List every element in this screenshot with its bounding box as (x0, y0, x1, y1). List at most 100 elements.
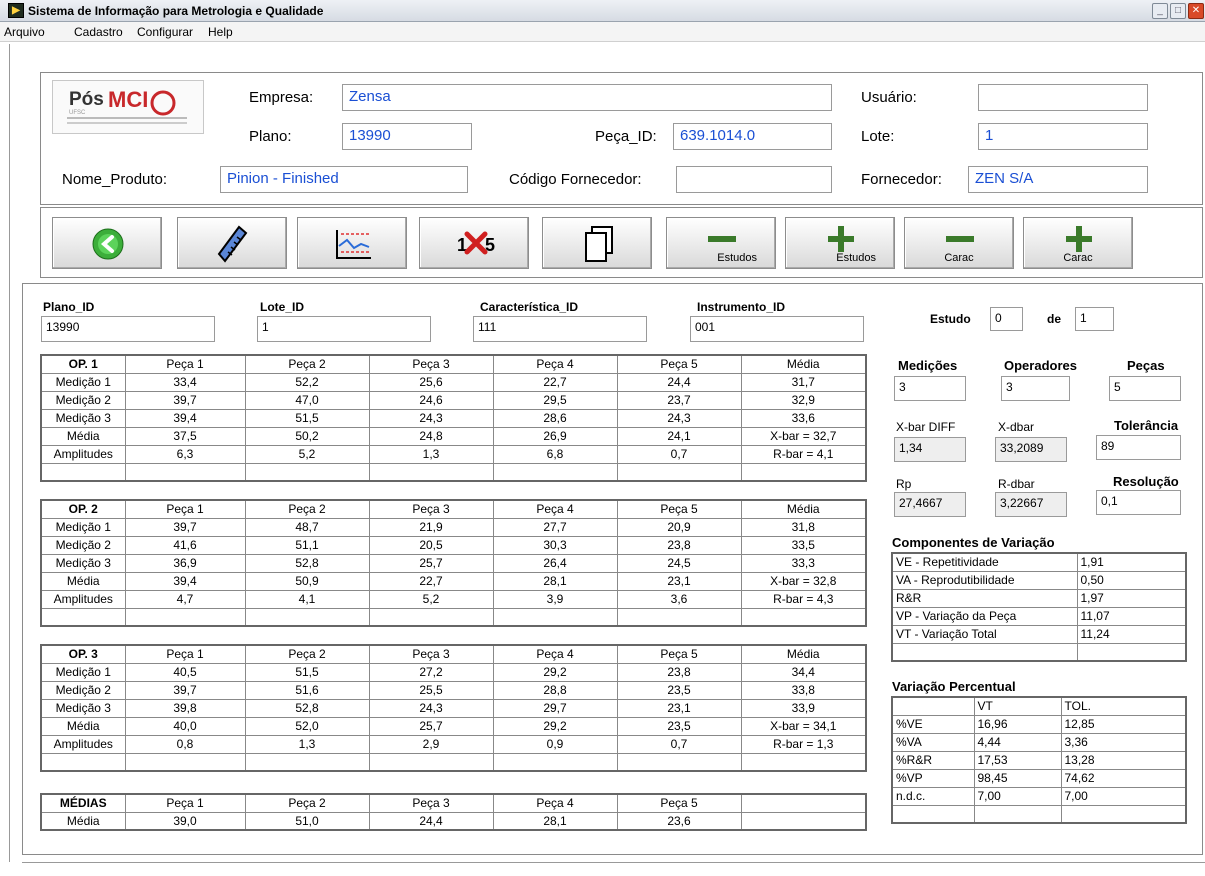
table-cell[interactable]: 22,7 (368, 571, 494, 591)
table-cell[interactable]: 37,5 (124, 426, 246, 446)
table-cell[interactable]: 28,6 (492, 408, 618, 428)
table-cell[interactable]: 20,9 (616, 517, 742, 537)
table-cell[interactable]: 23,5 (616, 680, 742, 700)
table-cell[interactable]: Peça 5 (616, 499, 742, 519)
table-cell[interactable]: Peça 1 (124, 354, 246, 374)
table-cell[interactable] (40, 462, 126, 482)
table-cell[interactable] (1060, 804, 1187, 824)
table-cell[interactable]: 25,6 (368, 372, 494, 392)
table-cell[interactable] (244, 752, 370, 772)
table-cell[interactable]: 23,1 (616, 698, 742, 718)
table-cell[interactable]: 33,8 (740, 680, 867, 700)
table-cell[interactable]: 24,3 (616, 408, 742, 428)
table-cell[interactable]: 39,0 (124, 811, 246, 831)
table-cell[interactable]: Peça 3 (368, 793, 494, 813)
table-cell[interactable]: 52,8 (244, 553, 370, 573)
table-cell[interactable]: 39,7 (124, 390, 246, 410)
table-cell[interactable]: Peça 1 (124, 644, 246, 664)
table-cell[interactable]: 0,8 (124, 734, 246, 754)
table-cell[interactable]: Média (40, 426, 126, 446)
ruler-button[interactable] (177, 217, 287, 269)
table-cell[interactable]: OP. 1 (40, 354, 126, 374)
table-cell[interactable]: 4,7 (124, 589, 246, 609)
table-cell[interactable]: 33,5 (740, 535, 867, 555)
table-cell[interactable]: 39,7 (124, 680, 246, 700)
table-cell[interactable]: Média (40, 811, 126, 831)
table-cell[interactable]: n.d.c. (891, 786, 975, 806)
table-cell[interactable]: 21,9 (368, 517, 494, 537)
table-cell[interactable] (40, 607, 126, 627)
table-cell[interactable]: Média (740, 354, 867, 374)
table-cell[interactable]: 6,8 (492, 444, 618, 464)
table-cell[interactable] (492, 607, 618, 627)
table-cell[interactable]: 1,3 (244, 734, 370, 754)
table-cell[interactable]: R-bar = 1,3 (740, 734, 867, 754)
table-cell[interactable]: 29,2 (492, 716, 618, 736)
table-cell[interactable]: Média (740, 644, 867, 664)
medicoes-field[interactable]: 3 (894, 376, 966, 401)
table-cell[interactable]: 7,00 (973, 786, 1062, 806)
table-cell[interactable]: %VA (891, 732, 975, 752)
table-cell[interactable]: 31,7 (740, 372, 867, 392)
table-cell[interactable]: Medição 1 (40, 517, 126, 537)
table-cell[interactable]: R-bar = 4,3 (740, 589, 867, 609)
back-button[interactable] (52, 217, 162, 269)
lote-field[interactable]: 1 (978, 123, 1148, 150)
table-cell[interactable] (368, 752, 494, 772)
table-cell[interactable] (40, 752, 126, 772)
table-cell[interactable]: Peça 3 (368, 644, 494, 664)
menu-cadastro[interactable]: Cadastro (74, 25, 123, 39)
table-cell[interactable]: 50,9 (244, 571, 370, 591)
menu-help[interactable]: Help (208, 25, 233, 39)
table-cell[interactable]: 3,6 (616, 589, 742, 609)
plano-id-field[interactable]: 13990 (41, 316, 215, 342)
table-cell[interactable]: 24,3 (368, 698, 494, 718)
table-cell[interactable]: 0,9 (492, 734, 618, 754)
empresa-field[interactable]: Zensa (342, 84, 832, 111)
table-cell[interactable]: Amplitudes (40, 444, 126, 464)
table-cell[interactable] (740, 607, 867, 627)
table-cell[interactable]: Peça 2 (244, 644, 370, 664)
table-cell[interactable]: 74,62 (1060, 768, 1187, 788)
table-cell[interactable] (244, 462, 370, 482)
table-cell[interactable] (740, 811, 867, 831)
table-cell[interactable]: X-bar = 32,8 (740, 571, 867, 591)
table-cell[interactable]: 1,3 (368, 444, 494, 464)
table-cell[interactable]: 39,7 (124, 517, 246, 537)
table-cell[interactable]: 27,2 (368, 662, 494, 682)
table-cell[interactable]: 24,8 (368, 426, 494, 446)
table-cell[interactable]: Peça 5 (616, 793, 742, 813)
table-cell[interactable]: Peça 1 (124, 499, 246, 519)
table-cell[interactable]: VE - Repetitividade (891, 552, 1078, 572)
codigo-fornecedor-field[interactable] (676, 166, 832, 193)
table-cell[interactable]: 23,5 (616, 716, 742, 736)
table-cell[interactable] (740, 462, 867, 482)
table-cell[interactable]: 98,45 (973, 768, 1062, 788)
table-cell[interactable] (368, 462, 494, 482)
table-cell[interactable]: Amplitudes (40, 589, 126, 609)
table-cell[interactable]: 51,0 (244, 811, 370, 831)
table-cell[interactable]: VA - Reprodutibilidade (891, 570, 1078, 590)
table-cell[interactable]: 30,3 (492, 535, 618, 555)
table-cell[interactable]: Medição 2 (40, 680, 126, 700)
table-cell[interactable]: 12,85 (1060, 714, 1187, 734)
table-cell[interactable]: Pos (740, 793, 867, 813)
table-cell[interactable]: OP. 2 (40, 499, 126, 519)
fornecedor-field[interactable]: ZEN S/A (968, 166, 1148, 193)
table-cell[interactable]: 41,6 (124, 535, 246, 555)
table-cell[interactable]: 7,00 (1060, 786, 1187, 806)
plano-field[interactable]: 13990 (342, 123, 472, 150)
table-cell[interactable]: Peça 2 (244, 354, 370, 374)
table-cell[interactable]: 33,4 (124, 372, 246, 392)
table-cell[interactable]: 36,9 (124, 553, 246, 573)
table-cell[interactable]: 0,7 (616, 444, 742, 464)
table-cell[interactable]: 11,24 (1076, 624, 1187, 644)
table-cell[interactable] (124, 752, 246, 772)
table-cell[interactable]: 13,28 (1060, 750, 1187, 770)
table-cell[interactable]: 23,8 (616, 535, 742, 555)
nome-produto-field[interactable]: Pinion - Finished (220, 166, 468, 193)
table-cell[interactable]: Média (740, 499, 867, 519)
table-cell[interactable]: 1,91 (1076, 552, 1187, 572)
table-cell[interactable]: 29,5 (492, 390, 618, 410)
table-cell[interactable]: Medição 3 (40, 553, 126, 573)
